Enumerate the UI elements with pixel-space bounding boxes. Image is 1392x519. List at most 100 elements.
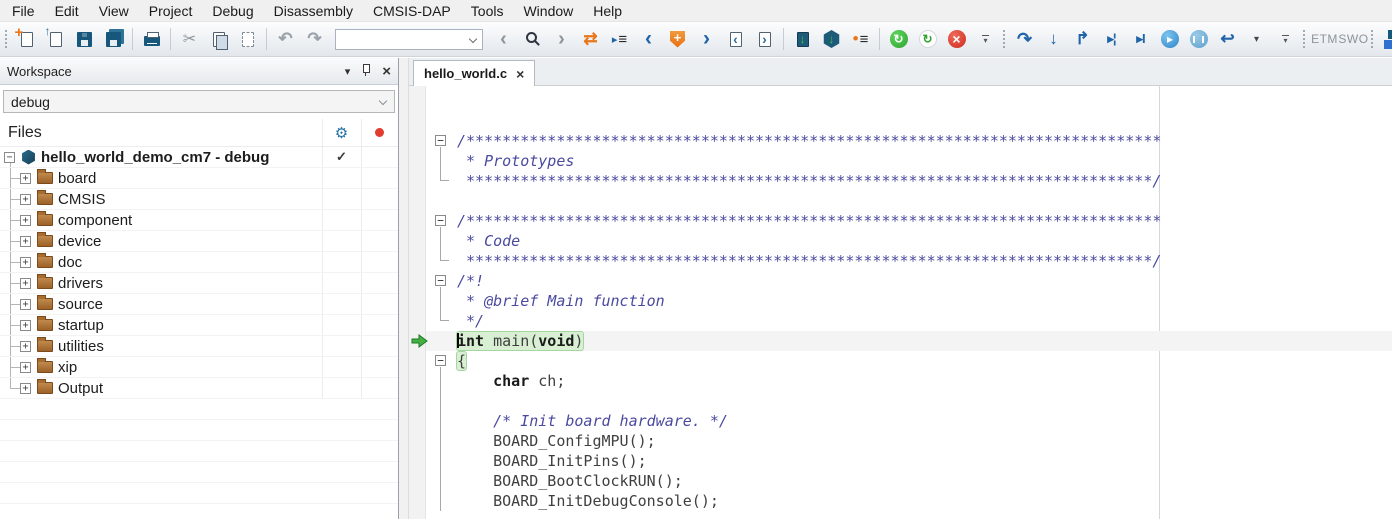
logic-blocks-button[interactable] [1379, 26, 1392, 53]
expand-box[interactable]: + [20, 236, 31, 247]
expand-box[interactable]: + [20, 215, 31, 226]
fold-collapse-box[interactable]: − [435, 135, 446, 146]
tree-item-startup[interactable]: +startup [0, 315, 398, 336]
code-area[interactable]: −/**************************************… [409, 86, 1392, 519]
menu-debug[interactable]: Debug [202, 0, 263, 22]
paste-button[interactable] [234, 26, 261, 53]
breakpoint-gutter-cell[interactable] [409, 351, 426, 371]
next-document-button[interactable] [751, 26, 778, 53]
restart-debugger-button[interactable] [885, 26, 912, 53]
menu-view[interactable]: View [89, 0, 139, 22]
reset-options-dropdown[interactable] [1243, 26, 1270, 53]
expand-box[interactable]: + [20, 299, 31, 310]
breakpoint-gutter-cell[interactable] [409, 431, 426, 451]
tab-hello-world-c[interactable]: hello_world.c × [413, 60, 535, 86]
toolbar-overflow-button[interactable] [972, 26, 999, 53]
breakpoint-gutter-cell[interactable] [409, 251, 426, 271]
expand-box[interactable]: + [20, 362, 31, 373]
tree-item-source[interactable]: +source [0, 294, 398, 315]
previous-document-button[interactable] [722, 26, 749, 53]
swo-button[interactable]: SWO [1340, 26, 1367, 53]
redo-button[interactable] [301, 26, 328, 53]
next-bookmark-button[interactable] [693, 26, 720, 53]
reset-button[interactable] [1214, 26, 1241, 53]
expand-box[interactable]: + [20, 194, 31, 205]
menu-tools[interactable]: Tools [461, 0, 514, 22]
tree-item-board[interactable]: +board [0, 168, 398, 189]
fold-collapse-box[interactable]: − [435, 355, 446, 366]
step-over-button[interactable] [1011, 26, 1038, 53]
navigate-back-forward-button[interactable] [577, 26, 604, 53]
toolbar-overflow-button[interactable] [1272, 26, 1299, 53]
tree-item-doc[interactable]: +doc [0, 252, 398, 273]
download-button[interactable] [789, 26, 816, 53]
menu-file[interactable]: File [2, 0, 45, 22]
tree-item-output[interactable]: +Output [0, 378, 398, 399]
breakpoint-gutter-cell[interactable] [409, 411, 426, 431]
tree-item-drivers[interactable]: +drivers [0, 273, 398, 294]
panel-splitter[interactable] [399, 58, 409, 519]
expand-box[interactable]: + [20, 173, 31, 184]
breakpoint-gutter-cell[interactable] [409, 171, 426, 191]
breakpoint-gutter-cell[interactable] [409, 451, 426, 471]
debug-without-downloading-button[interactable] [847, 26, 874, 53]
tree-item-utilities[interactable]: +utilities [0, 336, 398, 357]
go-button[interactable] [1156, 26, 1183, 53]
breakpoint-gutter-cell[interactable] [409, 291, 426, 311]
undo-button[interactable] [272, 26, 299, 53]
tree-item-project[interactable]: −hello_world_demo_cm7 - debug✓ [0, 147, 398, 168]
cut-button[interactable] [176, 26, 203, 53]
panel-close-button[interactable]: × [382, 66, 391, 77]
tab-close-icon[interactable]: × [516, 68, 524, 80]
breakpoint-gutter-cell[interactable] [409, 151, 426, 171]
step-out-button[interactable] [1069, 26, 1096, 53]
breakpoint-gutter-cell[interactable] [409, 231, 426, 251]
copy-button[interactable] [205, 26, 232, 53]
quick-search-combobox[interactable] [335, 29, 483, 50]
run-to-cursor-button[interactable] [1127, 26, 1154, 53]
save-all-button[interactable] [100, 26, 127, 53]
toggle-breakpoint-button[interactable] [664, 26, 691, 53]
panel-pin-icon[interactable] [361, 63, 371, 79]
breakpoint-gutter-cell[interactable] [409, 191, 426, 211]
expand-box[interactable]: + [20, 383, 31, 394]
menu-cmsis-dap[interactable]: CMSIS-DAP [363, 0, 461, 22]
menu-disassembly[interactable]: Disassembly [264, 0, 363, 22]
breakpoint-gutter-cell[interactable] [409, 211, 426, 231]
search-next-button[interactable] [548, 26, 575, 53]
menu-window[interactable]: Window [513, 0, 583, 22]
panel-menu-dropdown-icon[interactable]: ▾ [345, 65, 351, 78]
breakpoint-gutter-cell[interactable] [409, 311, 426, 331]
tree-item-component[interactable]: +component [0, 210, 398, 231]
tree-item-device[interactable]: +device [0, 231, 398, 252]
expand-box[interactable]: + [20, 257, 31, 268]
save-button[interactable] [71, 26, 98, 53]
next-statement-button[interactable] [1098, 26, 1125, 53]
breakpoint-gutter-cell[interactable] [409, 391, 426, 411]
menu-edit[interactable]: Edit [45, 0, 89, 22]
download-and-debug-button[interactable] [818, 26, 845, 53]
collapse-box[interactable]: − [4, 152, 15, 163]
search-previous-button[interactable] [490, 26, 517, 53]
breakpoint-gutter-cell[interactable] [409, 371, 426, 391]
go-to-list-button[interactable] [606, 26, 633, 53]
breakpoint-gutter-cell[interactable] [409, 271, 426, 291]
menu-project[interactable]: Project [139, 0, 203, 22]
stop-debugger-button[interactable] [943, 26, 970, 53]
configuration-dropdown[interactable]: debug [3, 90, 395, 113]
new-document-button[interactable] [13, 26, 40, 53]
expand-box[interactable]: + [20, 320, 31, 331]
expand-box[interactable]: + [20, 341, 31, 352]
open-file-button[interactable] [42, 26, 69, 53]
tree-item-cmsis[interactable]: +CMSIS [0, 189, 398, 210]
tree-item-xip[interactable]: +xip [0, 357, 398, 378]
breakpoint-gutter-cell[interactable] [409, 491, 426, 511]
fold-collapse-box[interactable]: − [435, 275, 446, 286]
step-into-button[interactable] [1040, 26, 1067, 53]
previous-bookmark-button[interactable] [635, 26, 662, 53]
expand-box[interactable]: + [20, 278, 31, 289]
fold-collapse-box[interactable]: − [435, 215, 446, 226]
menu-help[interactable]: Help [583, 0, 632, 22]
breakpoint-gutter-cell[interactable] [409, 471, 426, 491]
print-button[interactable] [138, 26, 165, 53]
